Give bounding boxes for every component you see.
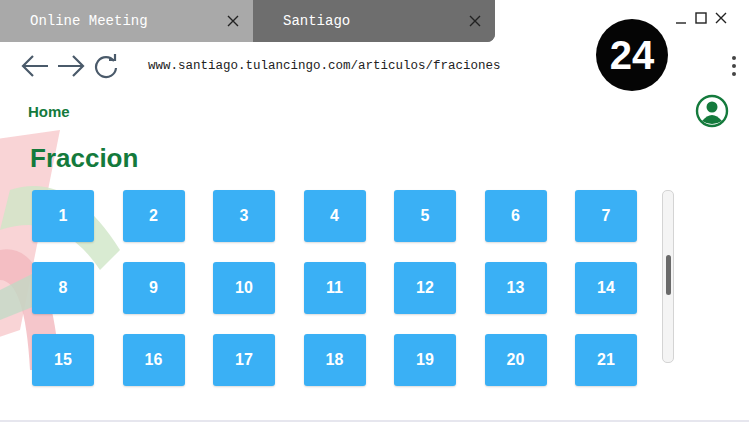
count-badge: 24 (596, 19, 668, 91)
nav-row: Home (0, 90, 749, 128)
fraction-button[interactable]: 2 (123, 190, 185, 242)
fraction-button[interactable]: 10 (213, 262, 275, 314)
window-controls (675, 0, 749, 42)
fraction-button[interactable]: 5 (394, 190, 456, 242)
user-account-icon[interactable] (695, 94, 729, 128)
fraction-button[interactable]: 20 (485, 334, 547, 386)
home-link[interactable]: Home (28, 103, 70, 120)
scrollbar-thumb[interactable] (666, 255, 671, 295)
maximize-icon[interactable] (695, 12, 707, 24)
browser-tab[interactable]: Online Meeting (0, 0, 253, 42)
fraction-button[interactable]: 4 (304, 190, 366, 242)
scrollbar-track[interactable] (662, 190, 674, 363)
fraction-button[interactable]: 7 (575, 190, 637, 242)
page-content: HomeFraccion1234567891011121314151617181… (0, 90, 749, 425)
back-arrow-icon[interactable] (20, 53, 50, 79)
fraction-button[interactable]: 17 (213, 334, 275, 386)
fraction-button[interactable]: 19 (394, 334, 456, 386)
tab-label: Santiago (283, 13, 350, 29)
minimize-icon[interactable] (675, 12, 687, 24)
browser-tab[interactable]: Santiago (253, 0, 495, 42)
url-field[interactable]: www.santiago.tulancingo.com/articulos/fr… (148, 59, 501, 73)
reload-icon[interactable] (92, 53, 122, 79)
menu-dots-icon[interactable] (731, 55, 737, 77)
fraction-grid: 123456789101112131415161718192021 (32, 190, 637, 386)
fraction-button[interactable]: 21 (575, 334, 637, 386)
close-icon[interactable] (469, 15, 481, 27)
fraction-button[interactable]: 6 (485, 190, 547, 242)
bottom-border (0, 420, 749, 422)
fraction-button[interactable]: 13 (485, 262, 547, 314)
close-window-icon[interactable] (715, 12, 727, 24)
forward-arrow-icon[interactable] (56, 53, 86, 79)
fraction-button[interactable]: 14 (575, 262, 637, 314)
fraction-button[interactable]: 16 (123, 334, 185, 386)
close-icon[interactable] (227, 15, 239, 27)
fraction-button[interactable]: 11 (304, 262, 366, 314)
page-title: Fraccion (0, 128, 749, 174)
fraction-button[interactable]: 9 (123, 262, 185, 314)
tab-label: Online Meeting (30, 13, 148, 29)
fraction-button[interactable]: 8 (32, 262, 94, 314)
button-area: 123456789101112131415161718192021 (0, 174, 749, 386)
fraction-button[interactable]: 18 (304, 334, 366, 386)
fraction-button[interactable]: 12 (394, 262, 456, 314)
fraction-button[interactable]: 1 (32, 190, 94, 242)
fraction-button[interactable]: 3 (213, 190, 275, 242)
fraction-button[interactable]: 15 (32, 334, 94, 386)
tab-strip: Online Meeting Santiago (0, 0, 495, 42)
